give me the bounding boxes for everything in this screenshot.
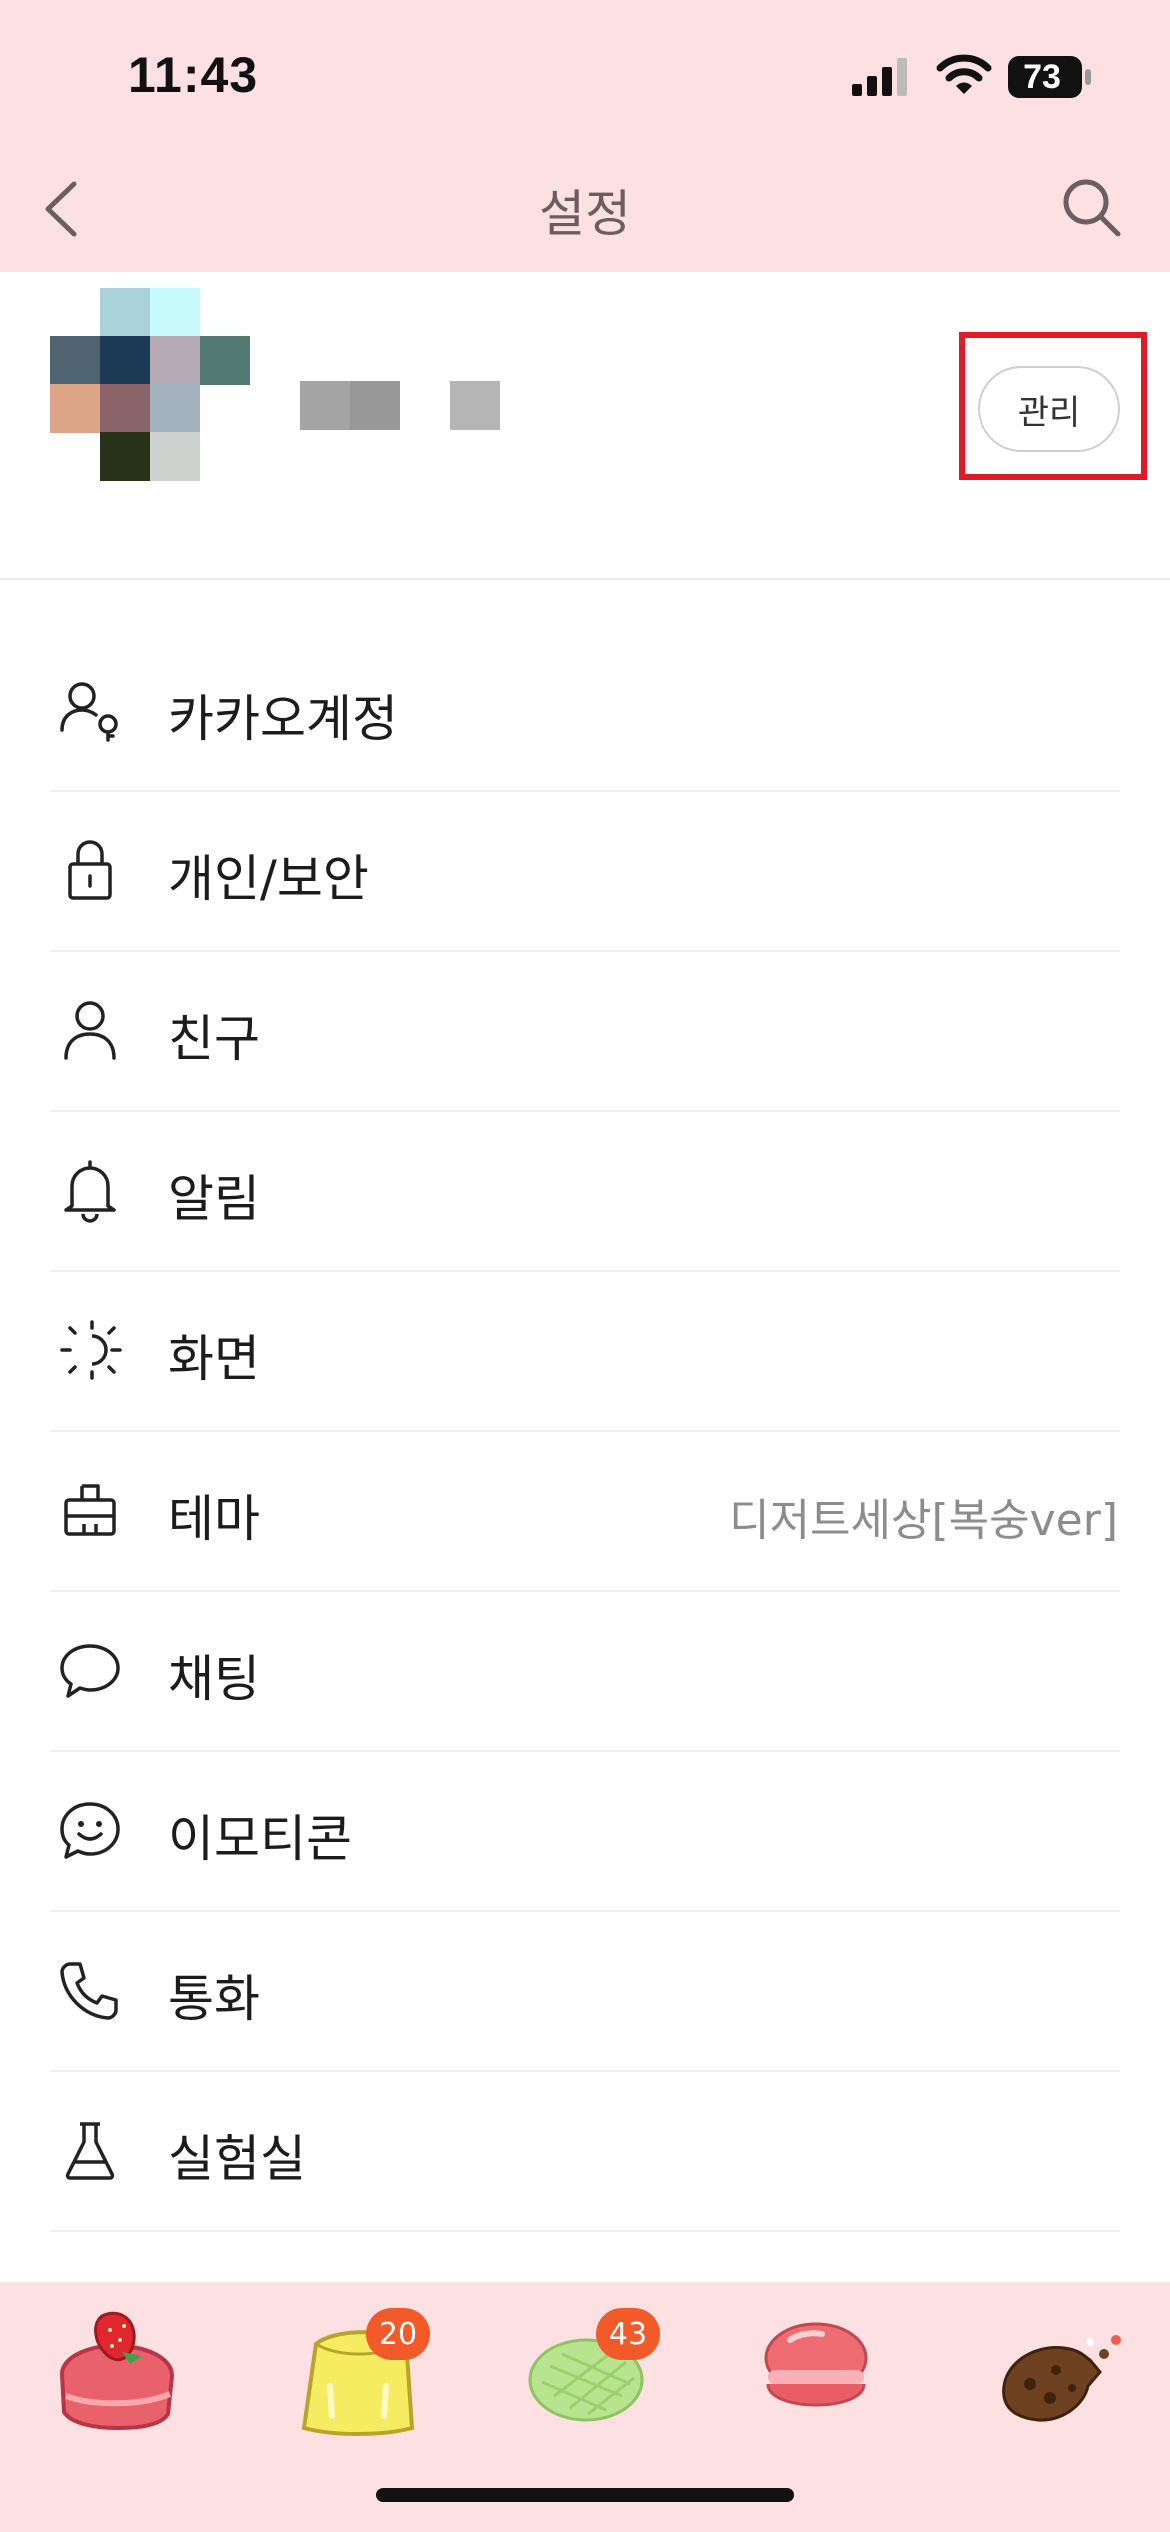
tab-openchat[interactable]: 43 — [518, 2296, 688, 2446]
menu-label: 실험실 — [168, 2130, 306, 2188]
settings-menu: 카카오계정 개인/보안 친구 알림 화면 테마 디저트세상[복숭ver] 채팅 … — [0, 632, 1170, 2232]
menu-label: 채팅 — [168, 1650, 260, 1708]
menu-label: 카카오계정 — [168, 690, 398, 748]
pudding-icon — [301, 2330, 415, 2436]
menu-label: 알림 — [168, 1170, 260, 1228]
phone-icon — [60, 1962, 118, 2020]
menu-label: 화면 — [168, 1330, 260, 1388]
menu-label: 개인/보안 — [168, 850, 369, 908]
avatar[interactable] — [50, 288, 250, 482]
display-icon — [60, 1320, 122, 1380]
tab-friends[interactable] — [32, 2296, 202, 2446]
person-icon — [64, 1001, 116, 1060]
menu-item-friends[interactable]: 친구 — [0, 952, 1170, 1112]
lock-icon — [68, 840, 112, 900]
emoticon-icon — [60, 1802, 120, 1859]
unread-badge: 43 — [596, 2308, 660, 2360]
strawberry-cake-icon — [59, 2311, 175, 2431]
chat-bubble-icon — [60, 1644, 120, 1698]
status-bar: 11:43 73 — [0, 0, 1170, 150]
menu-label: 친구 — [168, 1010, 260, 1068]
bell-icon — [64, 1160, 116, 1223]
menu-label: 이모티콘 — [168, 1810, 352, 1868]
manage-button[interactable]: 관리 — [978, 366, 1120, 452]
menu-item-notifications[interactable]: 알림 — [0, 1112, 1170, 1272]
menu-item-lab[interactable]: 실험실 — [0, 2072, 1170, 2232]
menu-item-calls[interactable]: 통화 — [0, 1912, 1170, 2072]
menu-label: 테마 — [168, 1490, 260, 1548]
theme-icon — [64, 1484, 116, 1536]
page-title: 설정 — [539, 185, 631, 243]
menu-label: 통화 — [168, 1970, 260, 2028]
flask-icon — [65, 2122, 115, 2180]
macaron-icon — [764, 2322, 868, 2407]
divider — [50, 2230, 1120, 2232]
menu-item-chat[interactable]: 채팅 — [0, 1592, 1170, 1752]
menu-item-display[interactable]: 화면 — [0, 1272, 1170, 1432]
menu-item-theme[interactable]: 테마 디저트세상[복숭ver] — [0, 1432, 1170, 1592]
tab-more[interactable] — [980, 2296, 1150, 2446]
cookie-icon — [1002, 2335, 1121, 2422]
home-indicator[interactable] — [376, 2488, 794, 2502]
nav-bar: 설정 — [0, 150, 1170, 272]
search-icon[interactable] — [1058, 174, 1124, 240]
menu-item-kakao-account[interactable]: 카카오계정 — [0, 632, 1170, 792]
wifi-icon — [936, 54, 992, 94]
tab-chats[interactable]: 20 — [282, 2296, 452, 2446]
unread-badge: 20 — [366, 2308, 430, 2360]
theme-value: 디저트세상[복숭ver] — [729, 1495, 1118, 1546]
profile-section[interactable]: 관리 — [0, 272, 1170, 580]
status-time: 11:43 — [128, 47, 259, 103]
tab-shopping[interactable] — [732, 2296, 902, 2446]
menu-item-privacy-security[interactable]: 개인/보안 — [0, 792, 1170, 952]
cellular-signal-icon — [852, 58, 907, 96]
battery-level: 73 — [1023, 58, 1061, 96]
menu-item-emoticon[interactable]: 이모티콘 — [0, 1752, 1170, 1912]
account-icon — [60, 682, 118, 742]
